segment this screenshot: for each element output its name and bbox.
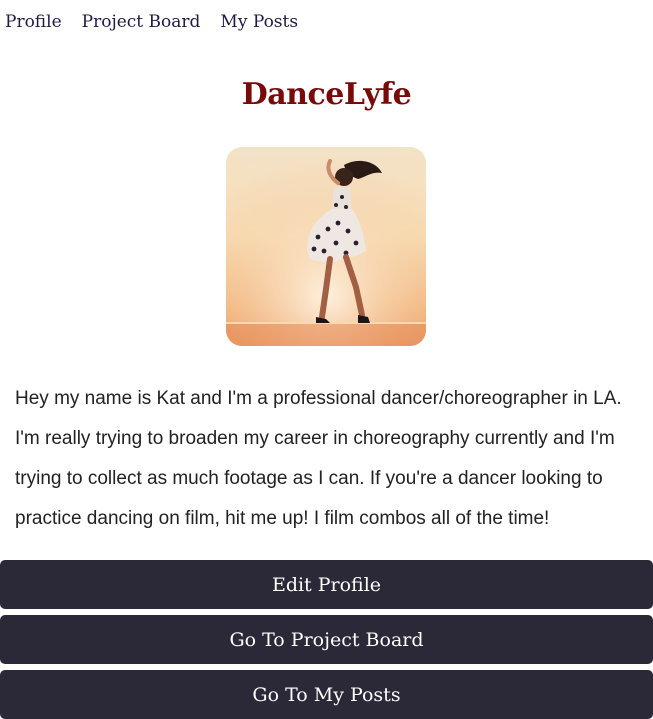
top-nav: Profile Project Board My Posts — [5, 12, 298, 40]
page-title: DanceLyfe — [241, 77, 412, 112]
profile-photo — [226, 147, 426, 346]
nav-link-project-board[interactable]: Project Board — [82, 12, 201, 40]
profile-bio: Hey my name is Kat and I'm a professiona… — [15, 388, 622, 529]
nav-link-profile[interactable]: Profile — [5, 12, 62, 40]
nav-link-my-posts[interactable]: My Posts — [220, 12, 298, 40]
dancer-photo-icon — [226, 147, 426, 346]
edit-profile-button[interactable]: Edit Profile — [0, 560, 653, 609]
go-to-project-board-button[interactable]: Go To Project Board — [0, 615, 653, 664]
go-to-my-posts-button[interactable]: Go To My Posts — [0, 670, 653, 719]
